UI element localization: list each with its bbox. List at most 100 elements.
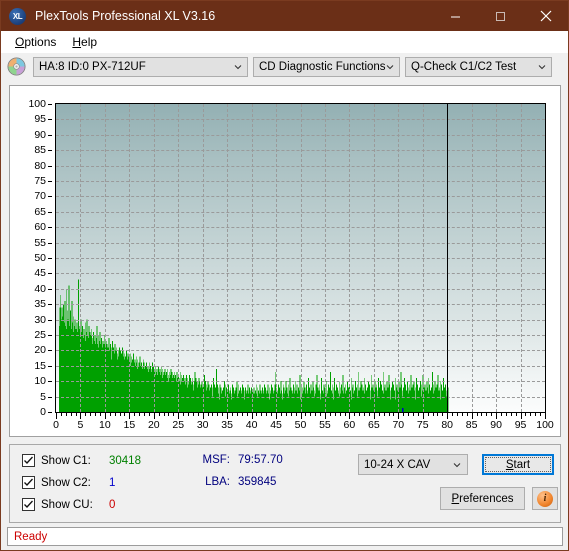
plot-wrapper (55, 103, 546, 413)
x-axis-minor-tick (232, 413, 234, 416)
y-axis-labels: 0 5 10 15 20 25 30 35 40 45 50 55 60 65 70 75 80 85 90 95 10… (10, 98, 52, 418)
status-bar: Ready (7, 527, 563, 546)
x-axis-tick-label: 100 (536, 419, 554, 431)
x-axis-minor-tick (246, 413, 248, 416)
show-c2-label: Show C2: (41, 476, 91, 489)
start-button[interactable]: Start (482, 454, 554, 475)
cd-disc-icon (7, 57, 26, 76)
x-axis-tick-label: 25 (172, 419, 185, 431)
x-axis-minor-tick (183, 413, 185, 416)
x-axis-minor-tick (403, 413, 405, 416)
y-axis-tick-label: 75 (34, 175, 46, 187)
x-axis-minor-tick (65, 413, 67, 416)
x-axis-minor-tick (432, 413, 434, 416)
function-select[interactable]: CD Diagnostic Functions (253, 56, 400, 77)
test-select-value: Q-Check C1/C2 Test (411, 60, 517, 73)
x-axis-minor-tick (530, 413, 532, 416)
x-axis-minor-tick (344, 413, 346, 416)
x-axis-minor-tick (173, 413, 175, 416)
x-axis-tick-label: 10 (99, 419, 111, 431)
end-of-data-marker (447, 104, 449, 412)
x-axis-tick-label: 75 (416, 419, 429, 431)
show-c2-row[interactable]: Show C2: 1 (22, 476, 115, 489)
y-axis-tick (48, 134, 52, 136)
chevron-down-icon (386, 64, 394, 69)
x-axis-minor-tick (168, 413, 170, 416)
y-axis-tick-label: 15 (34, 359, 46, 372)
y-axis-tick-label: 55 (34, 236, 46, 249)
test-select[interactable]: Q-Check C1/C2 Test (405, 56, 552, 77)
show-cu-label: Show CU: (41, 498, 93, 511)
x-axis-minor-tick (280, 413, 282, 416)
msf-label: MSF: (202, 454, 230, 466)
preferences-button-label: Preferences (451, 492, 514, 505)
x-axis-tick-label: 0 (53, 419, 59, 431)
menu-item-options[interactable]: Options (7, 33, 64, 51)
x-axis-minor-tick (192, 413, 194, 416)
x-axis-minor-tick (412, 413, 414, 416)
x-axis-tick-label: 50 (294, 419, 307, 431)
y-axis-tick-label: 40 (34, 282, 46, 295)
y-axis-tick-label: 60 (34, 221, 46, 234)
x-axis-minor-tick (236, 413, 238, 416)
x-axis-minor-tick (144, 413, 146, 416)
x-axis-minor-tick (75, 413, 77, 416)
menu-help-rest: elp (81, 35, 98, 49)
info-button[interactable]: i (532, 487, 558, 510)
x-axis-minor-tick (359, 413, 361, 416)
x-axis-minor-tick (119, 413, 121, 416)
title-bar: XL PlexTools Professional XL V3.16 (1, 1, 568, 31)
x-axis-minor-tick (285, 413, 287, 416)
show-c2-checkbox[interactable] (22, 476, 35, 489)
x-axis-tick-label: 45 (270, 419, 282, 431)
info-icon: i (537, 490, 553, 507)
cu-count-value: 0 (109, 498, 116, 511)
drive-select[interactable]: HA:8 ID:0 PX-712UF (33, 56, 248, 77)
show-cu-row[interactable]: Show CU: 0 (22, 498, 115, 511)
speed-select[interactable]: 10-24 X CAV (358, 454, 468, 475)
y-axis-tick-label: 20 (34, 344, 46, 357)
x-axis-minor-tick (290, 413, 292, 416)
xl-logo-icon: XL (9, 7, 26, 25)
show-cu-checkbox[interactable] (22, 498, 35, 511)
x-axis-minor-tick (310, 413, 312, 416)
x-axis-minor-tick (222, 413, 224, 416)
x-axis-minor-tick (510, 413, 512, 416)
x-axis-tick-label: 65 (368, 419, 380, 431)
x-axis-minor-tick (70, 413, 72, 416)
close-icon[interactable] (523, 1, 568, 31)
start-button-label: Start (505, 458, 531, 471)
y-axis-tick-label: 5 (40, 390, 46, 403)
window-controls (433, 1, 568, 31)
x-axis-minor-tick (114, 413, 116, 416)
maximize-icon[interactable] (478, 1, 523, 31)
y-axis-tick-label: 65 (34, 205, 46, 218)
x-axis-tick-label: 30 (196, 419, 209, 431)
x-axis-minor-tick (442, 413, 444, 416)
x-axis-minor-tick (525, 413, 527, 416)
minimize-icon[interactable] (433, 1, 478, 31)
show-c1-checkbox[interactable] (22, 454, 35, 467)
y-axis-tick (48, 335, 52, 336)
msf-value: 79:57.70 (238, 454, 283, 466)
x-axis-minor-tick (266, 413, 268, 416)
y-axis-tick-label: 25 (34, 329, 46, 341)
x-axis-minor-tick (486, 413, 488, 416)
x-axis-minor-tick (320, 413, 322, 416)
show-c1-row[interactable]: Show C1: 30418 (22, 454, 141, 467)
x-axis-tick-label: 15 (123, 419, 136, 431)
x-axis-minor-tick (505, 413, 507, 416)
x-axis-minor-tick (85, 413, 87, 416)
lba-label: LBA: (205, 476, 230, 488)
x-axis-minor-tick (364, 413, 366, 416)
c2-error-mark (402, 407, 404, 412)
chevron-down-icon (234, 64, 242, 69)
x-axis-tick-label: 80 (441, 419, 454, 431)
c2-count-value: 1 (109, 476, 116, 489)
x-axis-minor-tick (148, 413, 150, 416)
y-axis-tick (48, 104, 52, 105)
preferences-button[interactable]: Preferences (440, 487, 525, 510)
chevron-down-icon (538, 64, 546, 69)
menu-item-help[interactable]: Help (64, 33, 105, 51)
x-axis-minor-tick (217, 413, 219, 416)
